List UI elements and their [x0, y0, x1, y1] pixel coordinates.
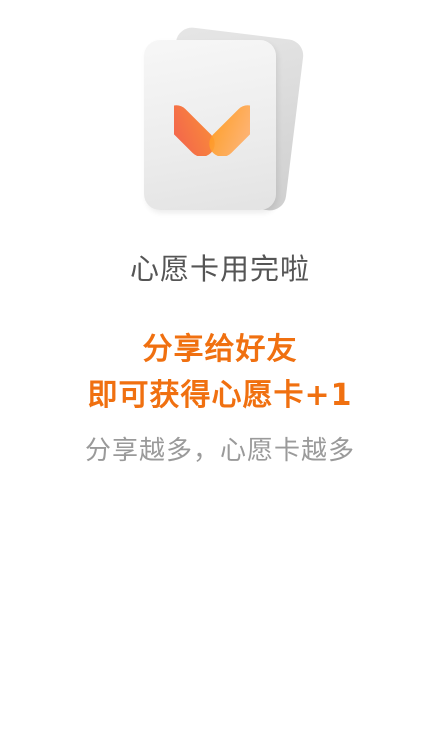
wish-card-illustration [140, 25, 306, 213]
heart-icon [174, 105, 250, 156]
share-subtitle: 分享越多，心愿卡越多 [84, 436, 355, 466]
card-front [144, 40, 276, 210]
wish-card-empty-page: 心愿卡用完啦 分享给好友 即可获得心愿卡+1 分享越多，心愿卡越多 [0, 0, 440, 755]
page-title: 心愿卡用完啦 [129, 252, 310, 286]
share-prompt-line1: 分享给好友 [142, 332, 298, 367]
share-prompt-line2: 即可获得心愿卡+1 [87, 378, 353, 413]
